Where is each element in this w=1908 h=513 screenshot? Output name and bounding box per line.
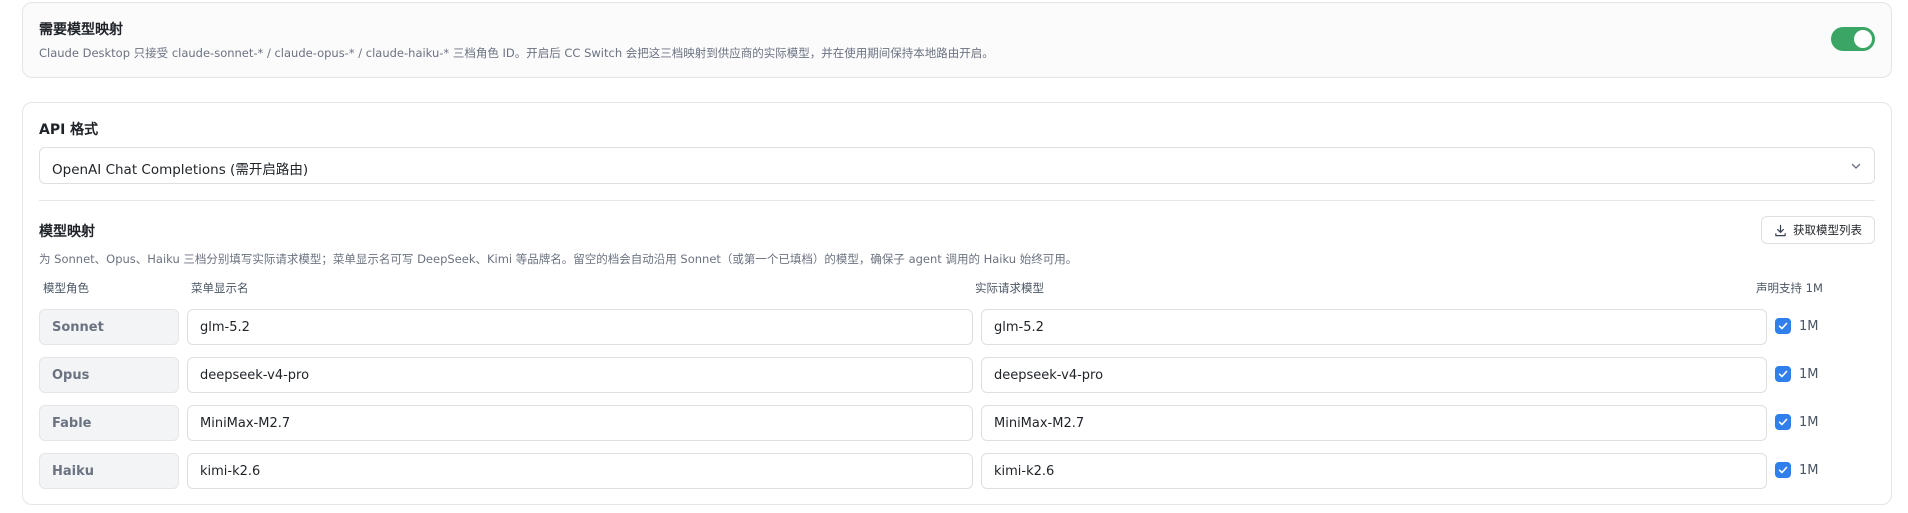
fetch-model-list-label: 获取模型列表 — [1793, 223, 1862, 237]
mapping-toggle-switch[interactable] — [1831, 27, 1875, 51]
model-mapping-row-opus: Opus 1M — [39, 357, 1875, 395]
api-format-label: API 格式 — [39, 122, 99, 138]
column-header-role: 模型角色 — [43, 281, 89, 295]
support-1m-checkbox-haiku[interactable]: 1M — [1775, 462, 1819, 478]
role-chip-sonnet: Sonnet — [39, 309, 179, 345]
role-chip-haiku: Haiku — [39, 453, 179, 489]
request-model-input-haiku[interactable] — [981, 453, 1767, 489]
role-chip-opus: Opus — [39, 357, 179, 393]
api-format-selected-value: OpenAI Chat Completions (需开启路由) — [52, 162, 309, 178]
column-header-support-1m: 声明支持 1M — [1756, 281, 1823, 295]
provider-config-card: API 格式 OpenAI Chat Completions (需开启路由) 模… — [22, 102, 1892, 505]
column-header-request-model: 实际请求模型 — [975, 281, 1044, 295]
support-1m-label: 1M — [1799, 366, 1819, 382]
model-mapping-row-fable: Fable 1M — [39, 405, 1875, 443]
download-icon — [1775, 224, 1786, 236]
support-1m-checkbox-fable[interactable]: 1M — [1775, 414, 1819, 430]
column-header-display-name: 菜单显示名 — [191, 281, 249, 295]
support-1m-checkbox-sonnet[interactable]: 1M — [1775, 318, 1819, 334]
mapping-toggle-description: Claude Desktop 只接受 claude-sonnet-* / cla… — [39, 46, 994, 60]
request-model-input-fable[interactable] — [981, 405, 1767, 441]
section-divider — [39, 200, 1875, 201]
request-model-input-sonnet[interactable] — [981, 309, 1767, 345]
model-mapping-title: 模型映射 — [39, 224, 95, 240]
request-model-input-opus[interactable] — [981, 357, 1767, 393]
display-name-input-fable[interactable] — [187, 405, 973, 441]
display-name-input-opus[interactable] — [187, 357, 973, 393]
display-name-input-haiku[interactable] — [187, 453, 973, 489]
checkbox-checked-icon — [1775, 462, 1791, 478]
checkbox-checked-icon — [1775, 414, 1791, 430]
role-chip-fable: Fable — [39, 405, 179, 441]
switch-knob — [1854, 30, 1872, 48]
mapping-toggle-card: 需要模型映射 Claude Desktop 只接受 claude-sonnet-… — [22, 2, 1892, 78]
api-format-select[interactable]: OpenAI Chat Completions (需开启路由) — [39, 147, 1875, 184]
model-mapping-row-sonnet: Sonnet 1M — [39, 309, 1875, 347]
chevron-down-icon — [1851, 163, 1861, 169]
support-1m-label: 1M — [1799, 414, 1819, 430]
support-1m-label: 1M — [1799, 318, 1819, 334]
display-name-input-sonnet[interactable] — [187, 309, 973, 345]
fetch-model-list-button[interactable]: 获取模型列表 — [1761, 216, 1875, 244]
model-mapping-row-haiku: Haiku 1M — [39, 453, 1875, 491]
checkbox-checked-icon — [1775, 318, 1791, 334]
support-1m-label: 1M — [1799, 462, 1819, 478]
support-1m-checkbox-opus[interactable]: 1M — [1775, 366, 1819, 382]
mapping-toggle-title: 需要模型映射 — [39, 22, 123, 38]
checkbox-checked-icon — [1775, 366, 1791, 382]
model-mapping-description: 为 Sonnet、Opus、Haiku 三档分别填写实际请求模型；菜单显示名可写… — [39, 252, 1078, 266]
